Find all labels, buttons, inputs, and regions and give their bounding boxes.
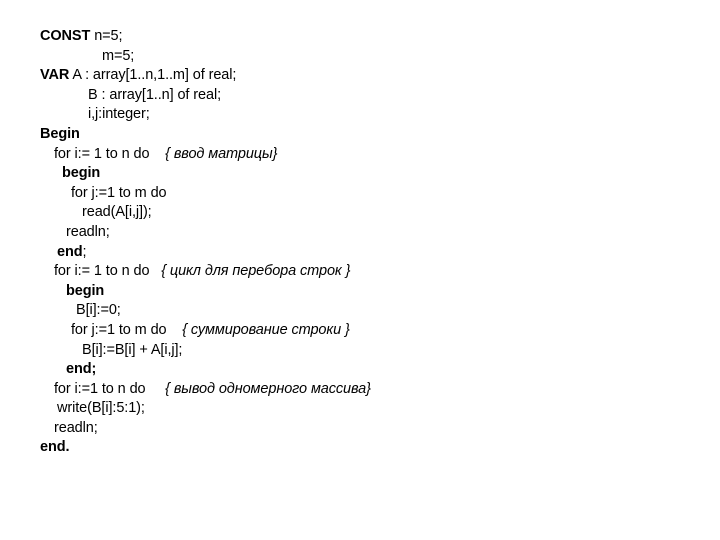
code-token-plain: for i:= 1 to n do <box>54 263 150 280</box>
code-token-plain: write(B[i]:5:1); <box>57 400 145 417</box>
code-token-keyword: begin <box>62 165 101 182</box>
code-token-plain: for j:=1 to m do <box>71 321 167 338</box>
code-token-keyword: VAR <box>40 67 70 84</box>
code-token-plain: read(A[i,j]); <box>82 204 152 221</box>
code-line: B[i]:=0; <box>40 301 700 321</box>
code-token-plain: for i:=1 to n do <box>54 380 146 397</box>
code-token-keyword: end; <box>66 361 97 378</box>
code-token-plain: ; <box>82 243 87 260</box>
code-line: i,j:integer; <box>40 105 700 125</box>
code-token-comment: { ввод матрицы} <box>165 145 278 162</box>
code-token-plain: B[i]:=B[i] + A[i,j]; <box>82 341 183 358</box>
code-token-plain: for j:=1 to m do <box>71 184 167 201</box>
code-token-plain: readln; <box>54 419 98 436</box>
code-token-comment: { цикл для перебора строк } <box>161 263 351 280</box>
code-token-plain: for i:= 1 to n do <box>54 145 150 162</box>
code-line: for j:=1 to m do <box>40 184 700 204</box>
code-token-plain: B[i]:=0; <box>76 302 121 319</box>
code-token-keyword: end. <box>40 439 70 456</box>
code-line: for i:= 1 to n do { ввод матрицы} <box>40 145 700 165</box>
code-token-plain: A : array[1..n,1..m] of real; <box>69 67 237 84</box>
code-line: read(A[i,j]); <box>40 203 700 223</box>
code-line: readln; <box>40 223 700 243</box>
code-token-keyword: end <box>57 243 83 260</box>
code-line: m=5; <box>40 47 700 67</box>
code-line: end. <box>40 438 700 458</box>
code-token-plain: m=5; <box>102 47 135 64</box>
code-line: begin <box>40 282 700 302</box>
code-token-keyword: CONST <box>40 28 91 44</box>
code-line: for i:= 1 to n do { цикл для перебора ст… <box>40 262 700 282</box>
code-line: readln; <box>40 419 700 439</box>
code-line: CONST n=5; <box>40 27 700 47</box>
code-line: write(B[i]:5:1); <box>40 399 700 419</box>
code-line: VAR A : array[1..n,1..m] of real; <box>40 66 700 86</box>
code-token-plain: i,j:integer; <box>88 106 150 123</box>
code-line: Begin <box>40 125 700 145</box>
code-token-keyword: begin <box>66 282 105 299</box>
code-token-keyword: Begin <box>40 125 80 142</box>
code-token-plain: n=5; <box>90 28 123 44</box>
code-listing: CONST n=5; m=5; VAR A : array[1..n,1..m] o… <box>40 27 700 458</box>
code-line: for j:=1 to m do { суммирование строки } <box>40 321 700 341</box>
code-line: end; <box>40 243 700 263</box>
code-line: end; <box>40 360 700 380</box>
code-line: for i:=1 to n do { вывод одномерного мас… <box>40 380 700 400</box>
code-token-plain: B : array[1..n] of real; <box>88 86 221 103</box>
code-line: B[i]:=B[i] + A[i,j]; <box>40 341 700 361</box>
code-line: B : array[1..n] of real; <box>40 86 700 106</box>
code-line: begin <box>40 164 700 184</box>
code-token-plain: readln; <box>66 223 110 240</box>
code-token-comment: { суммирование строки } <box>182 321 350 338</box>
code-token-comment: { вывод одномерного массива} <box>165 380 371 397</box>
